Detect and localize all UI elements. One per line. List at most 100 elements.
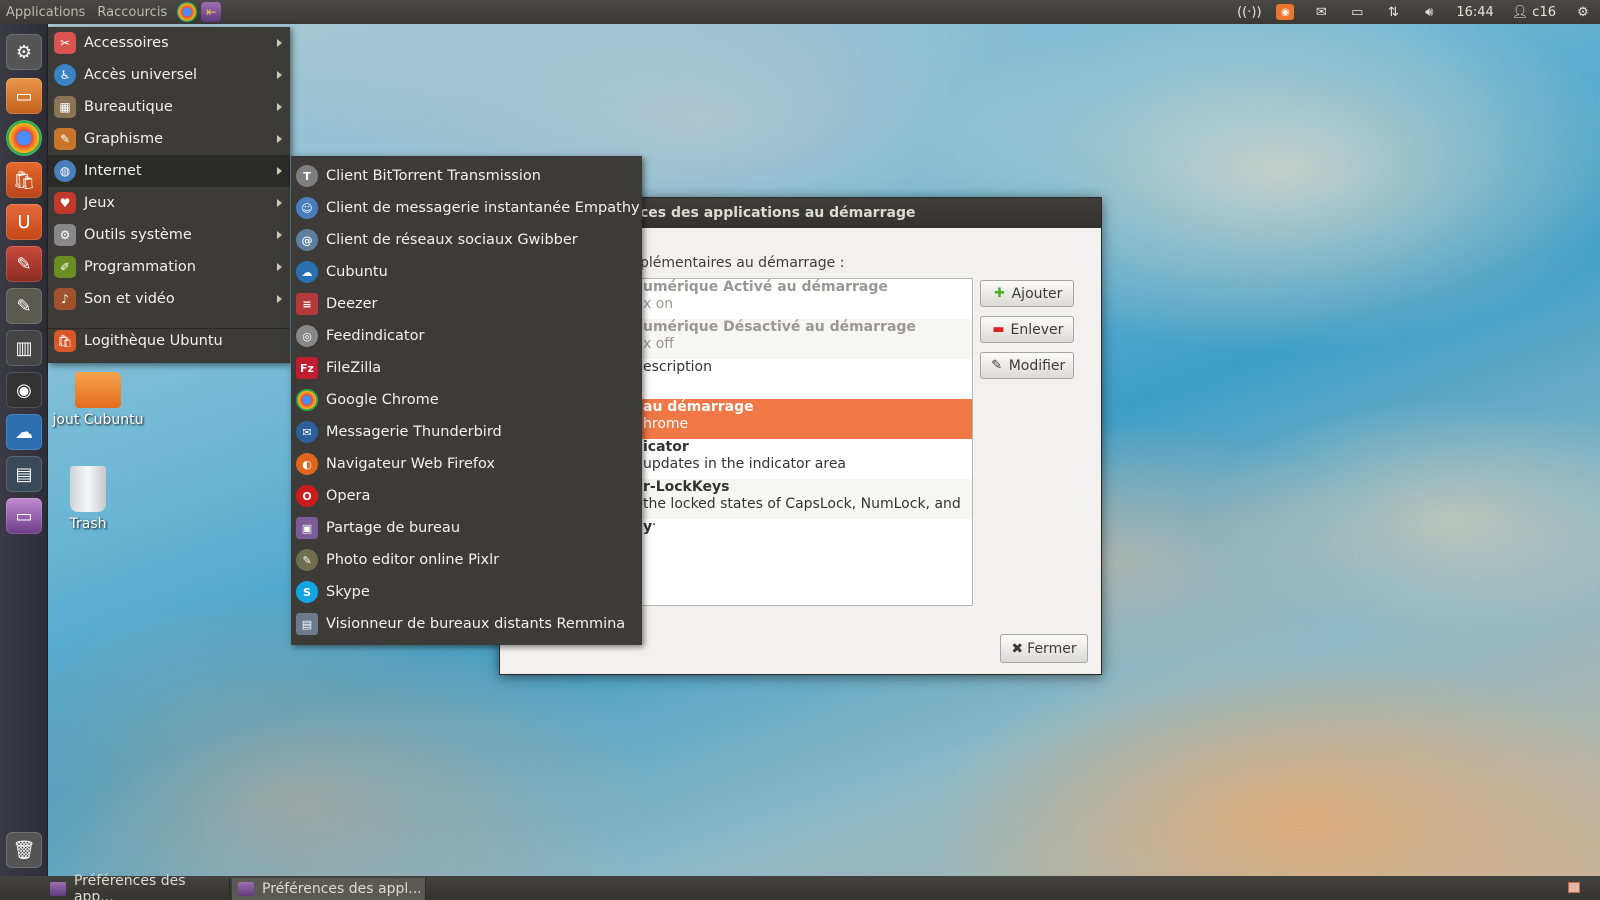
submenu-item-partage-de-bureau[interactable]: ▣ Partage de bureau xyxy=(291,512,642,544)
add-button[interactable]: ✚ Ajouter xyxy=(980,280,1074,307)
internet-submenu: T Client BitTorrent Transmission ☺ Clien… xyxy=(291,156,642,645)
menu-item-acces-universel[interactable]: ♿︎ Accès universel xyxy=(48,59,290,91)
submenu-item-google-chrome[interactable]: Google Chrome xyxy=(291,384,642,416)
edit-button[interactable]: ✎ Modifier xyxy=(980,352,1074,379)
menu-item-label: Graphisme xyxy=(84,131,164,147)
desktop-trash[interactable]: Trash xyxy=(48,466,128,532)
taskbar-item-2[interactable]: Préférences des appl... xyxy=(232,878,426,900)
wireless-icon[interactable]: ((·)) xyxy=(1237,4,1261,20)
gwibber-icon: @ xyxy=(296,229,318,251)
submenu-item-pixlr[interactable]: ✎ Photo editor online Pixlr xyxy=(291,544,642,576)
network-icon[interactable]: ⇅ xyxy=(1384,4,1402,20)
clock[interactable]: 16:44 xyxy=(1456,5,1493,20)
chrome-icon[interactable] xyxy=(6,120,42,156)
rss-feed-icon[interactable]: ◉ xyxy=(1276,4,1295,20)
disk-icon[interactable]: ◉ xyxy=(6,372,42,408)
remote-desktop-launcher-icon[interactable]: ⇤ xyxy=(201,2,222,22)
submenu-item-gwibber[interactable]: @ Client de réseaux sociaux Gwibber xyxy=(291,224,642,256)
list-item[interactable]: y xyxy=(641,519,972,559)
workspace-switcher-icon[interactable]: ▤ xyxy=(6,456,42,492)
menu-item-son-et-video[interactable]: ♪ Son et vidéo xyxy=(48,283,290,315)
mail-icon[interactable]: ✉ xyxy=(1312,4,1330,20)
menu-item-label: Accès universel xyxy=(84,67,198,83)
sound-video-icon: ♪ xyxy=(54,288,76,310)
pixlr-icon[interactable]: ✎ xyxy=(6,288,42,324)
close-button[interactable]: ✖ Fermer xyxy=(1000,634,1088,663)
menu-item-outils-systeme[interactable]: ⚙ Outils système xyxy=(48,219,290,251)
submenu-item-remmina[interactable]: ▤ Visionneur de bureaux distants Remmina xyxy=(291,608,642,640)
cubuntu-icon[interactable]: ☁ xyxy=(6,414,42,450)
list-item[interactable]: escription xyxy=(641,359,972,399)
edit-icon: ✎ xyxy=(991,358,1003,373)
user-menu[interactable]: 👤︎ c16 xyxy=(1512,5,1556,20)
show-desktop-icon[interactable] xyxy=(1568,882,1580,893)
menu-item-graphisme[interactable]: ✎ Graphisme xyxy=(48,123,290,155)
ubuntu-one-icon[interactable]: U xyxy=(6,204,42,240)
system-monitor-icon[interactable]: ▥ xyxy=(6,330,42,366)
submenu-item-filezilla[interactable]: Fz FileZilla xyxy=(291,352,642,384)
menu-item-label: Logithèque Ubuntu xyxy=(84,333,223,349)
software-center-icon[interactable]: 🛍︎ xyxy=(6,162,42,198)
remmina-icon: ▤ xyxy=(296,613,318,635)
menu-item-logitheque-ubuntu[interactable]: 🛍︎ Logithèque Ubuntu xyxy=(48,325,290,357)
shortcuts-menu[interactable]: Raccourcis xyxy=(91,5,173,20)
submenu-item-label: Opera xyxy=(326,488,371,504)
graphics-icon: ✎ xyxy=(54,128,76,150)
taskbar-item-1[interactable]: Préférences des app... xyxy=(44,873,230,900)
folder-icon xyxy=(75,372,121,408)
list-item[interactable]: icator updates in the indicator area xyxy=(641,439,972,479)
transmission-icon: T xyxy=(296,165,318,187)
user-name: c16 xyxy=(1532,4,1556,20)
submenu-item-opera[interactable]: O Opera xyxy=(291,480,642,512)
submenu-arrow-icon xyxy=(277,231,282,239)
system-settings-icon[interactable]: ✎ xyxy=(6,246,42,282)
remove-button[interactable]: ▬ Enlever xyxy=(980,316,1074,343)
submenu-item-feedindicator[interactable]: ◎ Feedindicator xyxy=(291,320,642,352)
applications-menu[interactable]: Applications xyxy=(0,5,91,20)
desktop-icon-label: Trash xyxy=(69,516,107,532)
gear-icon[interactable]: ⚙ xyxy=(1574,4,1592,20)
submenu-arrow-icon xyxy=(277,103,282,111)
dash-home-icon[interactable]: ⚙ xyxy=(6,34,42,70)
list-item-selected[interactable]: au démarrage hrome xyxy=(641,399,972,439)
remote-desktop-icon[interactable]: ▭ xyxy=(6,498,42,534)
menu-item-jeux[interactable]: ♥ Jeux xyxy=(48,187,290,219)
list-item-description: updates in the indicator area xyxy=(643,456,847,472)
menu-item-accessoires[interactable]: ✂ Accessoires xyxy=(48,27,290,59)
list-item[interactable]: r-LockKeys the locked states of CapsLock… xyxy=(641,479,972,529)
submenu-item-transmission[interactable]: T Client BitTorrent Transmission xyxy=(291,160,642,192)
submenu-item-cubuntu[interactable]: ☁ Cubuntu xyxy=(291,256,642,288)
menu-item-label: Outils système xyxy=(84,227,192,243)
submenu-item-label: Client de réseaux sociaux Gwibber xyxy=(326,232,578,248)
accessibility-icon: ♿︎ xyxy=(54,64,76,86)
close-icon: ✖ xyxy=(1011,640,1024,657)
desktop-folder-cubuntu[interactable]: jout Cubuntu xyxy=(48,372,148,428)
submenu-item-label: Partage de bureau xyxy=(326,520,461,536)
volume-icon[interactable]: 🔊︎ xyxy=(1420,4,1438,20)
programming-icon: ✐ xyxy=(54,256,76,278)
menu-item-bureautique[interactable]: ▦ Bureautique xyxy=(48,91,290,123)
menu-item-programmation[interactable]: ✐ Programmation xyxy=(48,251,290,283)
list-item[interactable]: umérique Activé au démarrage x on xyxy=(641,279,972,319)
menu-item-internet[interactable]: ◍ Internet xyxy=(48,155,290,187)
submenu-item-thunderbird[interactable]: ✉ Messagerie Thunderbird xyxy=(291,416,642,448)
submenu-item-skype[interactable]: S Skype xyxy=(291,576,642,608)
chrome-launcher-icon[interactable] xyxy=(177,2,198,22)
submenu-item-empathy[interactable]: ☺ Client de messagerie instantanée Empat… xyxy=(291,192,642,224)
submenu-arrow-icon xyxy=(277,199,282,207)
files-icon[interactable]: ▭ xyxy=(6,78,42,114)
startup-programs-list[interactable]: umérique Activé au démarrage x on umériq… xyxy=(640,278,973,606)
battery-icon[interactable]: ▭ xyxy=(1348,4,1366,20)
submenu-item-label: FileZilla xyxy=(326,360,382,376)
submenu-item-firefox[interactable]: ◐ Navigateur Web Firefox xyxy=(291,448,642,480)
bottom-panel: Préférences des app... Préférences des a… xyxy=(0,873,1600,900)
list-item-title: y xyxy=(643,519,653,535)
menu-item-label: Jeux xyxy=(84,195,115,211)
submenu-item-label: Deezer xyxy=(326,296,378,312)
cubuntu-icon: ☁ xyxy=(296,261,318,283)
list-item[interactable]: umérique Désactivé au démarrage x off xyxy=(641,319,972,359)
trash-launcher-icon[interactable]: 🗑︎ xyxy=(6,832,42,868)
minus-icon: ▬ xyxy=(992,322,1005,337)
games-icon: ♥ xyxy=(54,192,76,214)
submenu-item-deezer[interactable]: ≡ Deezer xyxy=(291,288,642,320)
